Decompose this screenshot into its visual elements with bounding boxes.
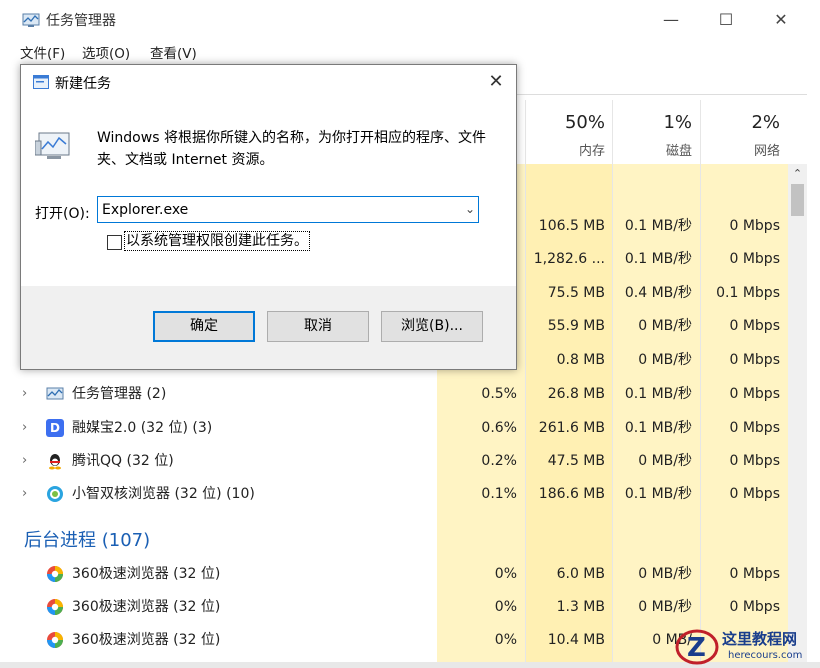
table-cell-memory: 6.0 MB (556, 566, 605, 582)
chevron-down-icon[interactable]: ⌄ (461, 198, 479, 220)
table-cell-cpu: 0% (494, 632, 517, 648)
admin-checkbox[interactable] (107, 235, 122, 250)
menu-options[interactable]: 选项(O) (82, 42, 130, 62)
table-cell-cpu: 0% (494, 566, 517, 582)
table-cell-network: 0 Mbps (729, 420, 780, 436)
watermark-name: 这里教程网 (722, 630, 798, 648)
table-cell-disk: 0.4 MB/秒 (624, 285, 692, 301)
vertical-scrollbar[interactable] (788, 164, 807, 662)
table-cell-memory: 75.5 MB (547, 285, 605, 301)
menu-view[interactable]: 查看(V) (150, 42, 197, 62)
close-icon[interactable]: ✕ (766, 8, 796, 32)
process-name[interactable]: 360极速浏览器 (32 位) (72, 630, 220, 650)
scrollbar-thumb[interactable] (791, 184, 804, 216)
expand-chevron-icon[interactable]: › (22, 453, 27, 468)
table-cell-disk: 0 MB/秒 (638, 352, 692, 368)
disk-header-label[interactable]: 磁盘 (612, 140, 692, 159)
watermark-logo-icon: Z (675, 629, 719, 665)
table-cell-disk: 0 MB/秒 (638, 318, 692, 334)
table-cell-cpu: 0.5% (481, 386, 517, 402)
table-cell-disk: 0.1 MB/秒 (624, 420, 692, 436)
process-name[interactable]: 融媒宝2.0 (32 位) (3) (72, 418, 212, 438)
network-header-label[interactable]: 网络 (700, 140, 780, 159)
browse-button[interactable]: 浏览(B)... (381, 311, 483, 342)
table-cell-cpu: 0.2% (481, 453, 517, 469)
table-cell-network: 0.1 Mbps (716, 285, 780, 301)
dialog-title: 新建任务 (55, 76, 111, 92)
expand-chevron-icon[interactable]: › (22, 386, 27, 401)
open-input[interactable] (97, 196, 479, 223)
table-cell-disk: 0.1 MB/秒 (624, 218, 692, 234)
window-title: 任务管理器 (46, 13, 116, 29)
360-browser-icon (47, 632, 63, 648)
watermark: Z 这里教程网 herecours.com (672, 626, 820, 668)
table-cell-network: 0 Mbps (729, 218, 780, 234)
new-task-dialog: 新建任务 ✕ Windows 将根据你所键入的名称，为你打开相应的程序、文件夹、… (20, 64, 517, 370)
tab-divider (515, 94, 807, 95)
table-cell-network: 0 Mbps (729, 453, 780, 469)
minimize-icon[interactable]: — (656, 8, 686, 32)
table-cell-network: 0 Mbps (729, 251, 780, 267)
admin-checkbox-label[interactable]: 以系统管理权限创建此任务。 (124, 231, 310, 251)
process-name[interactable]: 任务管理器 (2) (72, 384, 166, 404)
table-cell-network: 0 Mbps (729, 318, 780, 334)
media-app-icon: D (46, 419, 64, 437)
expand-chevron-icon[interactable]: › (22, 486, 27, 501)
task-manager-icon (22, 13, 40, 27)
table-cell-disk: 0.1 MB/秒 (624, 386, 692, 402)
watermark-url: herecours.com (728, 650, 803, 661)
table-cell-disk: 0 MB/秒 (638, 599, 692, 615)
title-bar (0, 0, 820, 40)
ok-button[interactable]: 确定 (153, 311, 255, 342)
maximize-icon[interactable]: ☐ (711, 8, 741, 32)
table-cell-memory: 186.6 MB (538, 486, 605, 502)
svg-text:Z: Z (687, 633, 706, 663)
close-icon[interactable]: ✕ (483, 69, 509, 95)
memory-header-label[interactable]: 内存 (525, 140, 605, 159)
process-name[interactable]: 360极速浏览器 (32 位) (72, 564, 220, 584)
360-browser-icon (47, 599, 63, 615)
table-cell-cpu: 0% (494, 599, 517, 615)
table-cell-memory: 106.5 MB (538, 218, 605, 234)
table-cell-cpu: 0.6% (481, 420, 517, 436)
browser-icon (47, 486, 63, 502)
memory-header-percent[interactable]: 50% (525, 112, 605, 133)
table-cell-memory: 1,282.6 ... (533, 251, 605, 267)
table-cell-disk: 0 MB/秒 (638, 453, 692, 469)
open-label: 打开(O): (35, 206, 90, 222)
section-title[interactable]: 后台进程 (107) (24, 526, 150, 552)
table-cell-disk: 0.1 MB/秒 (624, 486, 692, 502)
table-cell-cpu: 0.1% (481, 486, 517, 502)
table-cell-memory: 0.8 MB (556, 352, 605, 368)
qq-icon (49, 454, 61, 470)
process-name[interactable]: 腾讯QQ (32 位) (72, 451, 174, 471)
expand-chevron-icon[interactable]: › (22, 420, 27, 435)
table-cell-network: 0 Mbps (729, 352, 780, 368)
dialog-description: Windows 将根据你所键入的名称，为你打开相应的程序、文件夹、文档或 Int… (97, 130, 486, 168)
network-header-percent[interactable]: 2% (700, 112, 780, 133)
table-cell-memory: 1.3 MB (556, 599, 605, 615)
table-cell-memory: 26.8 MB (547, 386, 605, 402)
table-cell-network: 0 Mbps (729, 599, 780, 615)
disk-header-percent[interactable]: 1% (612, 112, 692, 133)
task-manager-icon (46, 387, 64, 400)
table-cell-network: 0 Mbps (729, 486, 780, 502)
menu-file[interactable]: 文件(F) (20, 42, 65, 62)
table-cell-network: 0 Mbps (729, 386, 780, 402)
table-cell-network: 0 Mbps (729, 566, 780, 582)
table-cell-memory: 261.6 MB (538, 420, 605, 436)
table-cell-memory: 55.9 MB (547, 318, 605, 334)
program-run-icon (35, 132, 70, 159)
cancel-button[interactable]: 取消 (267, 311, 369, 342)
scroll-up-icon[interactable]: ⌃ (788, 164, 807, 184)
table-cell-memory: 10.4 MB (547, 632, 605, 648)
process-name[interactable]: 360极速浏览器 (32 位) (72, 597, 220, 617)
process-name[interactable]: 小智双核浏览器 (32 位) (10) (72, 484, 255, 504)
table-cell-disk: 0.1 MB/秒 (624, 251, 692, 267)
run-icon (33, 75, 49, 89)
table-cell-memory: 47.5 MB (547, 453, 605, 469)
360-browser-icon (47, 566, 63, 582)
table-cell-disk: 0 MB/秒 (638, 566, 692, 582)
